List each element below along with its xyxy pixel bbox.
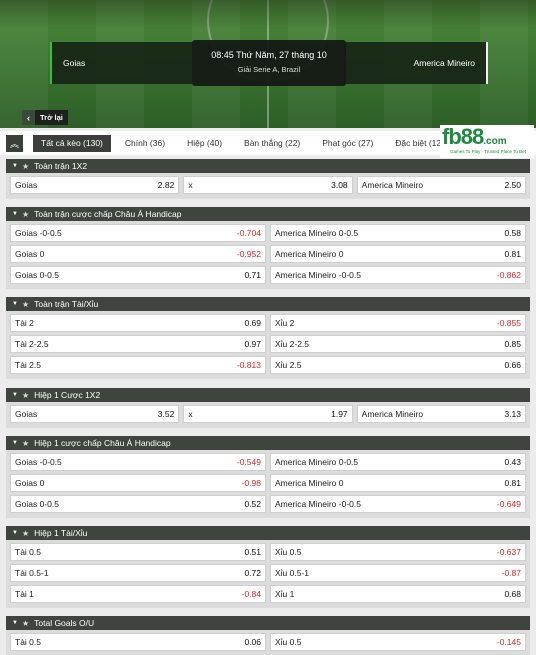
odds-cell[interactable]: Xỉu 1 0.68 [270, 585, 526, 603]
match-time: 08:45 Thứ Năm, 27 tháng 10 [211, 50, 327, 60]
odds-cell[interactable]: Xỉu 2.5 0.66 [270, 356, 526, 374]
odds-cell[interactable]: Xỉu 0.5 -0.637 [270, 543, 526, 561]
odds-cell[interactable]: Goias 2.82 [10, 176, 180, 194]
collapse-triangle-icon: ▼ [12, 163, 18, 169]
odds-cell[interactable]: America Mineiro 0-0.5 0.43 [270, 453, 526, 471]
tab-half[interactable]: Hiệp (40) [179, 135, 230, 152]
section-title: Toàn trận 1X2 [34, 161, 88, 171]
odds-cell[interactable]: Goias 0-0.5 0.71 [10, 266, 266, 284]
odds-cell[interactable]: Xỉu 2-2.5 0.85 [270, 335, 526, 353]
chevron-left-icon: ‹ [22, 110, 35, 125]
tab-corners[interactable]: Phạt góc (27) [314, 135, 381, 152]
odds-cell[interactable]: Tài 2 0.69 [10, 314, 266, 332]
tab-goals[interactable]: Bàn thắng (22) [236, 135, 308, 152]
section-title: Toàn trận cược chấp Châu Á Handicap [34, 209, 182, 219]
section-title: Total Goals O/U [34, 618, 95, 628]
section-title: Hiệp 1 cược chấp Châu Á Handicap [34, 438, 171, 448]
back-button[interactable]: ‹ Trở lại [22, 110, 68, 125]
market-section: ▼ ★ Hiệp 1 cược chấp Châu Á Handicap Goi… [6, 436, 530, 518]
odds-cell[interactable]: Tài 0.5 0.51 [10, 543, 266, 561]
odds-cell[interactable]: Tài 2.5 -0.813 [10, 356, 266, 374]
odds-cell[interactable]: America Mineiro 0 0.81 [270, 245, 526, 263]
away-team-name: America Mineiro [413, 58, 475, 68]
odds-cell[interactable]: Tài 0.5-1 0.72 [10, 564, 266, 582]
odds-cell[interactable]: Tài 1 -0.84 [10, 585, 266, 603]
star-icon[interactable]: ★ [22, 529, 29, 538]
odds-cell[interactable]: Goias -0-0.5 -0.704 [10, 224, 266, 242]
star-icon[interactable]: ★ [22, 162, 29, 171]
star-icon[interactable]: ★ [22, 391, 29, 400]
section-header[interactable]: ▼ ★ Hiệp 1 Tài/Xỉu [6, 526, 530, 540]
market-section: ▼ ★ Hiệp 1 Tài/Xỉu Tài 0.5 0.51 Xỉu 0.5 -0… [6, 526, 530, 608]
odds-cell[interactable]: Xỉu 2 -0.855 [270, 314, 526, 332]
odds-cell[interactable]: America Mineiro 3.13 [356, 405, 526, 423]
odds-cell[interactable]: Goias 0 -0.952 [10, 245, 266, 263]
market-section: ▼ ★ Toàn trận Tài/Xỉu Tài 2 0.69 Xỉu 2 -0.… [6, 297, 530, 379]
section-title: Hiệp 1 Tài/Xỉu [34, 528, 88, 538]
odds-cell[interactable]: America Mineiro -0-0.5 -0.649 [270, 495, 526, 513]
odds-cell[interactable]: America Mineiro 0 0.81 [270, 474, 526, 492]
section-title: Hiệp 1 Cược 1X2 [34, 390, 101, 400]
star-icon[interactable]: ★ [22, 439, 29, 448]
section-header[interactable]: ▼ ★ Hiệp 1 cược chấp Châu Á Handicap [6, 436, 530, 450]
home-team: Goias [50, 42, 192, 84]
section-header[interactable]: ▼ ★ Toàn trận cược chấp Châu Á Handicap [6, 207, 530, 221]
odds-cell[interactable]: Xỉu 0.5 -0.145 [270, 633, 526, 651]
section-header[interactable]: ▼ ★ Hiệp 1 Cược 1X2 [6, 388, 530, 402]
tab-main[interactable]: Chính (36) [117, 135, 173, 152]
collapse-triangle-icon: ▼ [12, 301, 18, 307]
market-section: ▼ ★ Toàn trận 1X2 Goias 2.82 x 3.08 Americ… [6, 159, 530, 199]
collapse-triangle-icon: ▼ [12, 440, 18, 446]
match-info: 08:45 Thứ Năm, 27 tháng 10 Giải Serie A,… [192, 40, 346, 86]
tab-all[interactable]: Tất cả kèo (130) [33, 134, 111, 152]
odds-cell[interactable]: America Mineiro -0-0.5 -0.862 [270, 266, 526, 284]
odds-cell[interactable]: Goias 0 -0.98 [10, 474, 266, 492]
odds-cell[interactable]: America Mineiro 0-0.5 0.58 [270, 224, 526, 242]
match-league: Giải Serie A, Brazil [237, 65, 301, 74]
odds-cell[interactable]: America Mineiro 2.50 [356, 176, 526, 194]
collapse-all-icon[interactable]: ︽ [6, 134, 23, 152]
odds-cell[interactable]: Goias 0-0.5 0.52 [10, 495, 266, 513]
collapse-triangle-icon: ▼ [12, 392, 18, 398]
odds-cell[interactable]: Goias -0-0.5 -0.549 [10, 453, 266, 471]
odds-cell[interactable]: Xỉu 0.5-1 -0.87 [270, 564, 526, 582]
match-hero-banner: Goias America Mineiro 08:45 Thứ Năm, 27 … [0, 0, 536, 128]
section-header[interactable]: ▼ ★ Total Goals O/U [6, 616, 530, 630]
market-section: ▼ ★ Hiệp 1 Cược 1X2 Goias 3.52 x 1.97 Amer… [6, 388, 530, 428]
odds-cell[interactable]: x 1.97 [183, 405, 353, 423]
odds-cell[interactable]: Tài 0.5 0.06 [10, 633, 266, 651]
odds-cell[interactable]: Goias 3.52 [10, 405, 180, 423]
market-section: ▼ ★ Toàn trận cược chấp Châu Á Handicap … [6, 207, 530, 289]
section-title: Toàn trận Tài/Xỉu [34, 299, 99, 309]
odds-cell[interactable]: x 3.08 [183, 176, 353, 194]
fb88-logo: fb88.com Games To Play · Trusted Place T… [440, 124, 534, 158]
section-header[interactable]: ▼ ★ Toàn trận Tài/Xỉu [6, 297, 530, 311]
collapse-triangle-icon: ▼ [12, 620, 18, 626]
star-icon[interactable]: ★ [22, 300, 29, 309]
star-icon[interactable]: ★ [22, 210, 29, 219]
collapse-triangle-icon: ▼ [12, 530, 18, 536]
market-section: ▼ ★ Total Goals O/U Tài 0.5 0.06 Xỉu 0.5-… [6, 616, 530, 655]
odds-cell[interactable]: Tài 2-2.5 0.97 [10, 335, 266, 353]
star-icon[interactable]: ★ [22, 619, 29, 628]
home-team-name: Goias [63, 58, 86, 68]
back-label: Trở lại [40, 113, 63, 122]
away-team: America Mineiro [344, 42, 488, 84]
collapse-triangle-icon: ▼ [12, 211, 18, 217]
section-header[interactable]: ▼ ★ Toàn trận 1X2 [6, 159, 530, 173]
market-tabs: ︽ Tất cả kèo (130) Chính (36) Hiệp (40) … [0, 124, 536, 158]
